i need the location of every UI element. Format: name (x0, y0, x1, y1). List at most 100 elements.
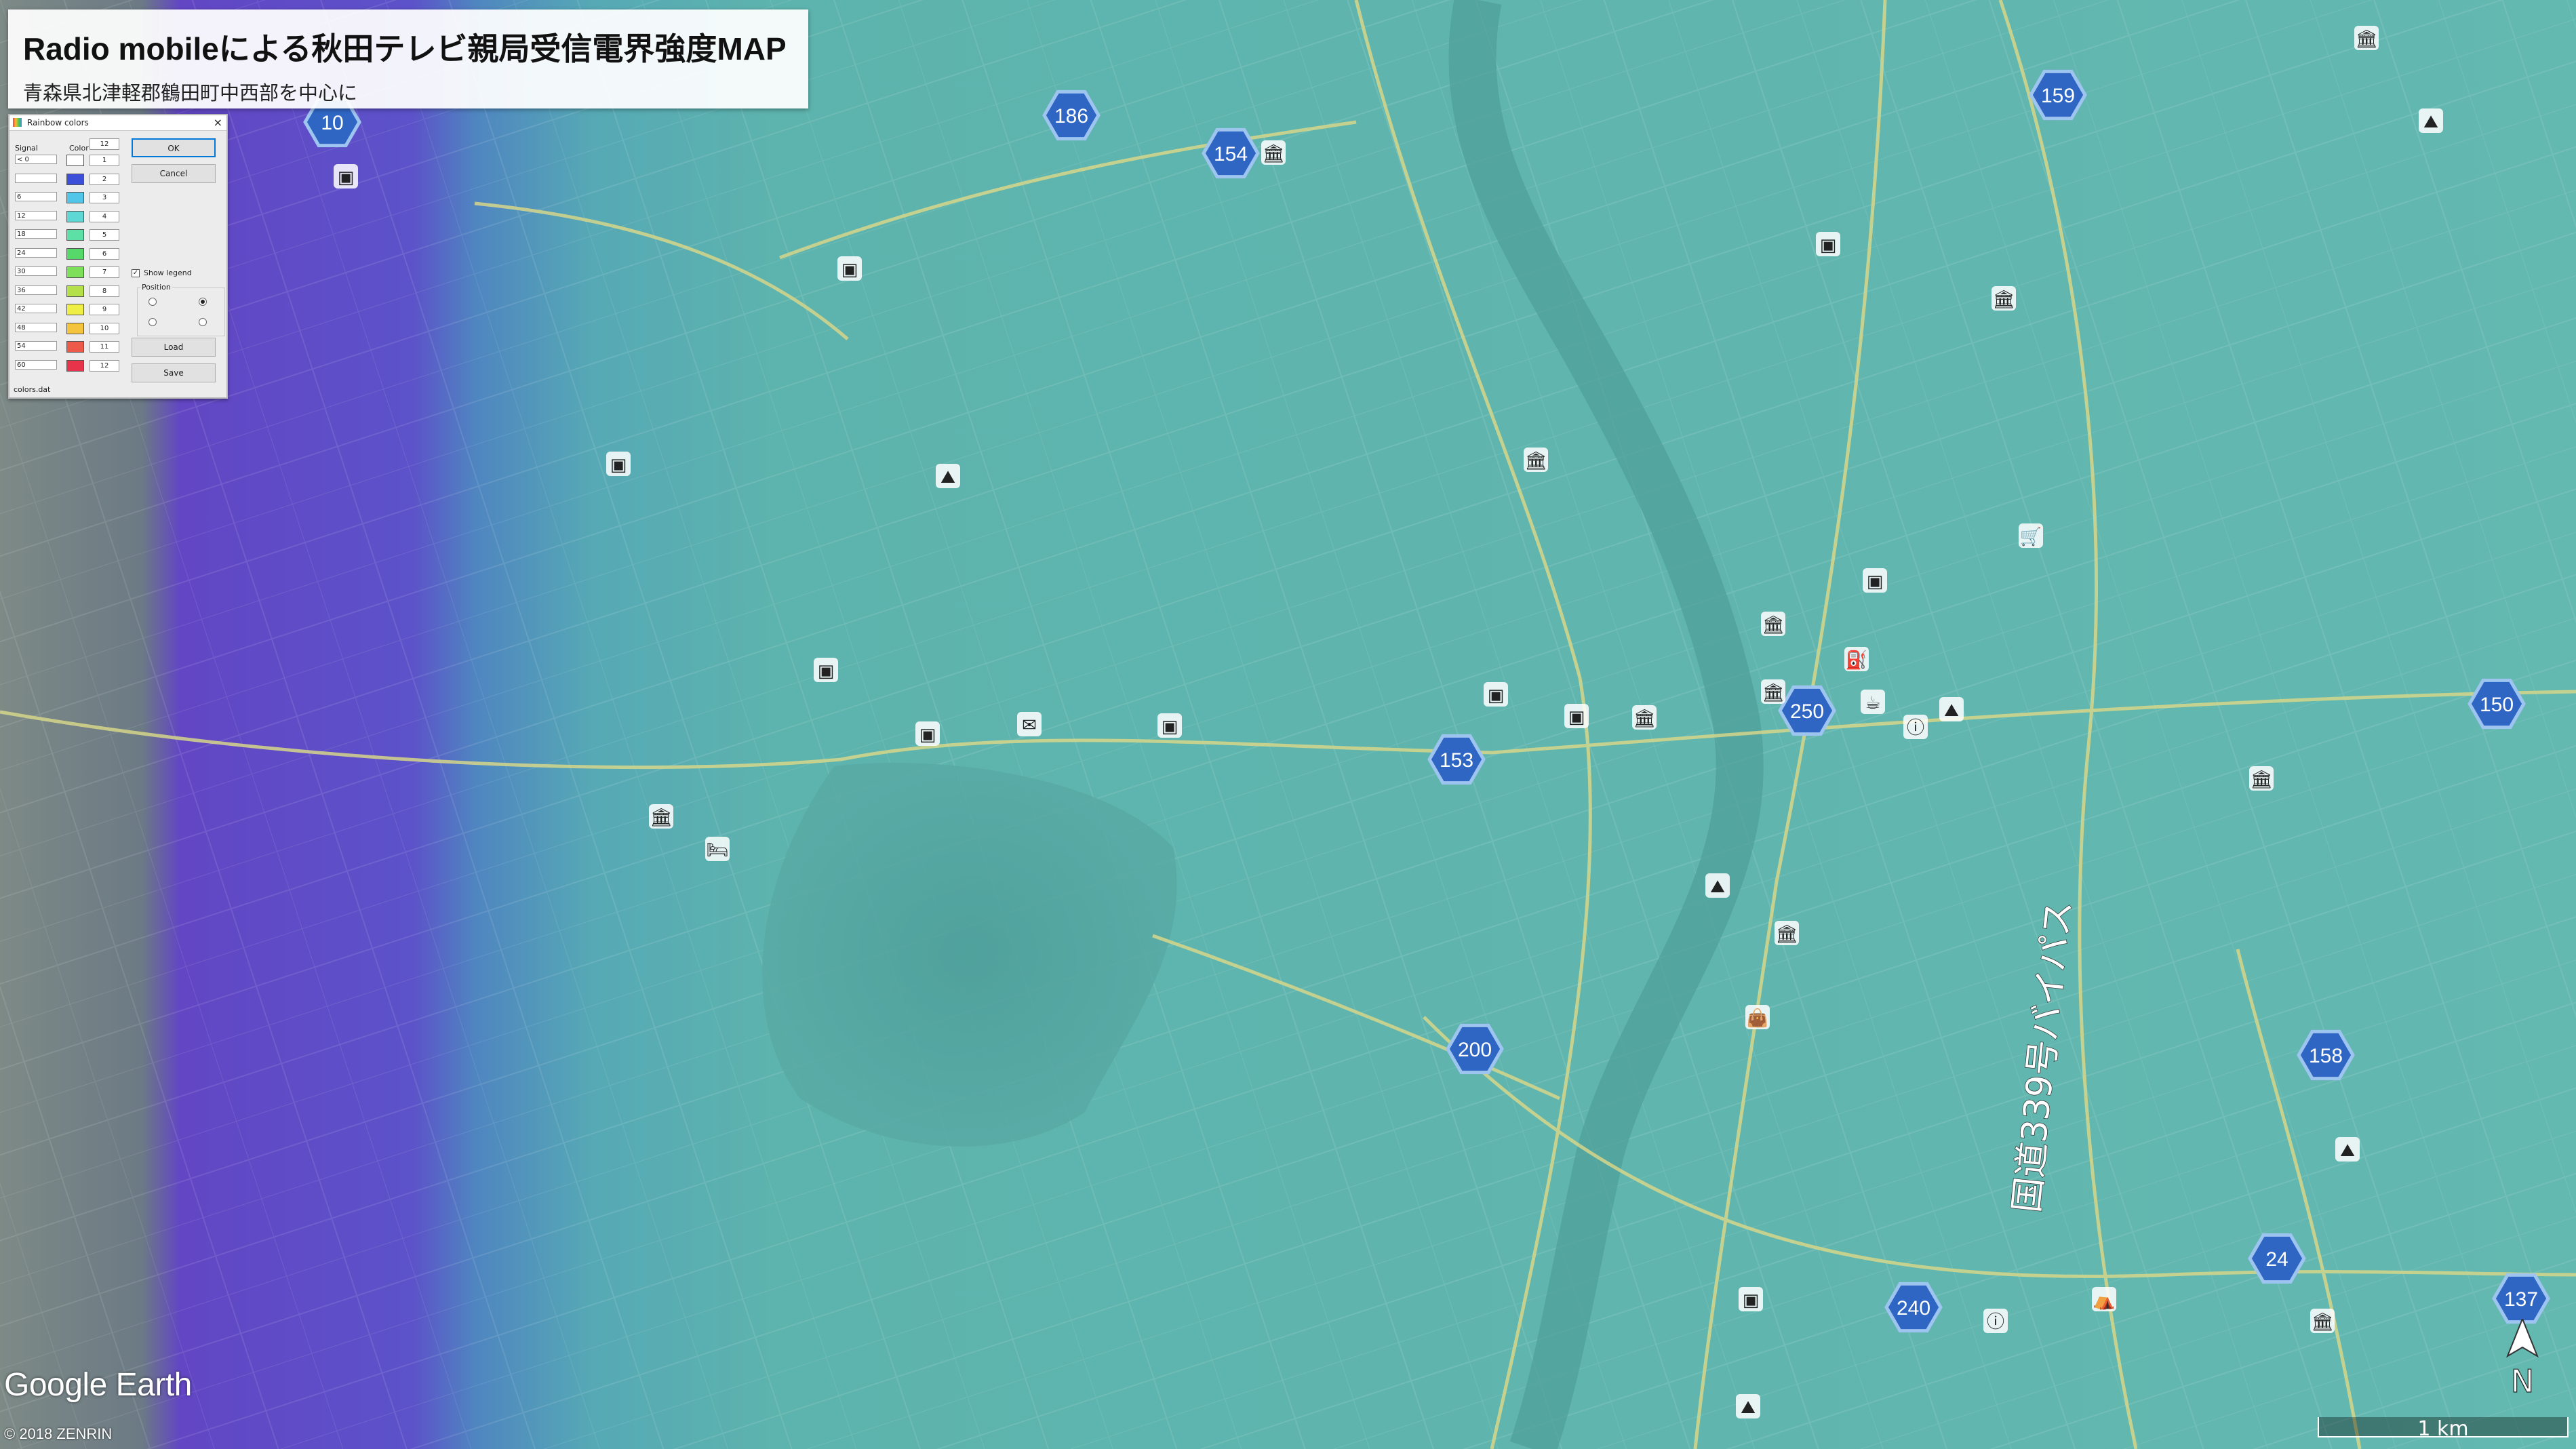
signal-input[interactable] (15, 173, 57, 183)
position-bottom-right-radio[interactable] (199, 318, 207, 326)
post-office-icon[interactable]: ✉ (1017, 712, 1042, 736)
bag-icon[interactable]: 👜 (1745, 1005, 1770, 1029)
route-shield-200[interactable]: 200 (1446, 1023, 1504, 1075)
museum-icon[interactable]: 🏛 (1992, 286, 2016, 311)
route-shield-159[interactable]: 159 (2029, 69, 2087, 121)
close-icon[interactable]: × (214, 116, 222, 129)
signal-input[interactable]: 54 (15, 341, 57, 351)
color-swatch[interactable] (66, 322, 84, 334)
route-shield-153[interactable]: 153 (1427, 734, 1486, 785)
square-marker-icon[interactable]: ▣ (915, 721, 940, 746)
color-index[interactable]: 6 (90, 247, 119, 260)
mountain-icon[interactable]: ⛰ (936, 464, 960, 488)
museum-icon[interactable]: 🏛 (1761, 679, 1785, 704)
signal-input[interactable]: 18 (15, 229, 57, 239)
color-swatch[interactable] (66, 229, 84, 241)
route-shield-154[interactable]: 154 (1202, 127, 1260, 179)
square-marker-icon[interactable]: ▣ (334, 164, 358, 188)
color-swatch[interactable] (66, 155, 84, 166)
color-index[interactable]: 8 (90, 285, 119, 297)
signal-input[interactable]: 12 (15, 210, 57, 220)
load-button[interactable]: Load (132, 338, 216, 357)
museum-icon[interactable]: 🏛 (649, 804, 673, 829)
color-swatch[interactable] (66, 359, 84, 372)
mountain-icon[interactable]: ⛰ (1939, 697, 1964, 721)
color-swatch[interactable] (66, 192, 84, 203)
color-index[interactable]: 10 (90, 322, 119, 334)
square-marker-icon[interactable]: ▣ (1816, 232, 1840, 256)
color-index[interactable]: 12 (90, 359, 119, 372)
color-swatch[interactable] (66, 266, 84, 278)
color-index[interactable]: 7 (90, 266, 119, 278)
color-swatch[interactable] (66, 285, 84, 297)
map-canvas[interactable]: 国道339号バイパス 186154159153250 150200 15824240… (0, 0, 2576, 1449)
museum-icon[interactable]: 🏛 (2310, 1309, 2335, 1333)
color-index[interactable]: 1 (90, 155, 119, 166)
signal-input[interactable]: 42 (15, 304, 57, 313)
square-marker-icon[interactable]: ▣ (1564, 704, 1589, 728)
route-shield-250[interactable]: 250 (1778, 685, 1836, 736)
square-marker-icon[interactable]: ▣ (1484, 682, 1508, 707)
square-marker-icon[interactable]: ▣ (1739, 1287, 1763, 1311)
museum-icon[interactable]: 🏛 (2354, 26, 2379, 50)
color-index[interactable]: 5 (90, 229, 119, 241)
signal-input[interactable]: 60 (15, 359, 57, 370)
svg-text:🏛: 🏛 (1762, 683, 1784, 703)
color-swatch[interactable] (66, 173, 84, 185)
info-icon[interactable]: ⓘ (1983, 1309, 2008, 1333)
color-swatch[interactable] (66, 304, 84, 315)
color-index[interactable]: 9 (90, 304, 119, 315)
dialog-title-bar[interactable]: Rainbow colors × (9, 115, 226, 131)
color-count-select[interactable]: 12 (90, 138, 119, 150)
color-index[interactable]: 3 (90, 192, 119, 203)
position-bottom-left-radio[interactable] (148, 318, 157, 326)
museum-icon[interactable]: 🏛 (1775, 921, 1799, 945)
route-shield-186[interactable]: 186 (1042, 90, 1101, 141)
square-marker-icon[interactable]: ▣ (1157, 713, 1182, 738)
mountain-icon[interactable]: ⛰ (1736, 1394, 1760, 1418)
position-top-left-radio[interactable] (148, 298, 157, 306)
shopping-cart-icon[interactable]: 🛒 (2019, 523, 2043, 548)
signal-input[interactable]: 30 (15, 266, 57, 276)
picnic-icon[interactable]: ⛺ (2092, 1287, 2116, 1311)
mountain-icon[interactable]: ⛰ (2335, 1137, 2360, 1162)
show-legend-checkbox[interactable]: ✓ (132, 269, 140, 277)
north-arrow-icon[interactable]: N (2502, 1319, 2543, 1397)
museum-icon[interactable]: 🏛 (1761, 612, 1785, 636)
color-index[interactable]: 4 (90, 210, 119, 222)
info-icon[interactable]: ⓘ (1903, 715, 1928, 739)
museum-icon[interactable]: 🏛 (1261, 140, 1286, 165)
route-shield-240[interactable]: 240 (1884, 1282, 1943, 1333)
cancel-button[interactable]: Cancel (132, 164, 216, 183)
signal-input[interactable]: 36 (15, 285, 57, 295)
color-swatch[interactable] (66, 210, 84, 222)
position-top-right-radio[interactable] (199, 298, 207, 306)
color-swatch[interactable] (66, 247, 84, 260)
square-marker-icon[interactable]: ▣ (837, 256, 862, 281)
hotel-icon[interactable]: 🛏 (705, 837, 730, 861)
cafe-icon[interactable]: ☕ (1861, 690, 1885, 714)
museum-icon[interactable]: 🏛 (1524, 448, 1548, 472)
color-index[interactable]: 11 (90, 341, 119, 353)
color-index[interactable]: 2 (90, 173, 119, 185)
signal-input[interactable]: 48 (15, 322, 57, 332)
save-button[interactable]: Save (132, 363, 216, 382)
mountain-icon[interactable]: ⛰ (1705, 873, 1730, 898)
color-swatch[interactable] (66, 341, 84, 353)
fuel-icon[interactable]: ⛽ (1844, 647, 1869, 671)
museum-icon[interactable]: 🏛 (2249, 766, 2274, 791)
signal-input[interactable]: 24 (15, 247, 57, 258)
square-marker-icon[interactable]: ▣ (1863, 568, 1887, 593)
square-marker-icon[interactable]: ▣ (814, 658, 838, 682)
museum-icon[interactable]: 🏛 (1632, 705, 1657, 730)
ok-button[interactable]: OK (132, 138, 216, 157)
route-shield-158[interactable]: 158 (2297, 1029, 2355, 1081)
route-shield-24[interactable]: 24 (2248, 1233, 2306, 1284)
mountain-icon[interactable]: ⛰ (2419, 108, 2443, 133)
route-shield-137[interactable]: 137 (2492, 1273, 2550, 1324)
route-shield-150[interactable]: 150 (2468, 678, 2526, 730)
signal-input[interactable]: 6 (15, 192, 57, 201)
rainbow-colors-dialog[interactable]: Rainbow colors × Signal Color 12 < 01263… (8, 114, 228, 399)
square-marker-icon[interactable]: ▣ (606, 452, 631, 476)
signal-input[interactable]: < 0 (15, 155, 57, 164)
